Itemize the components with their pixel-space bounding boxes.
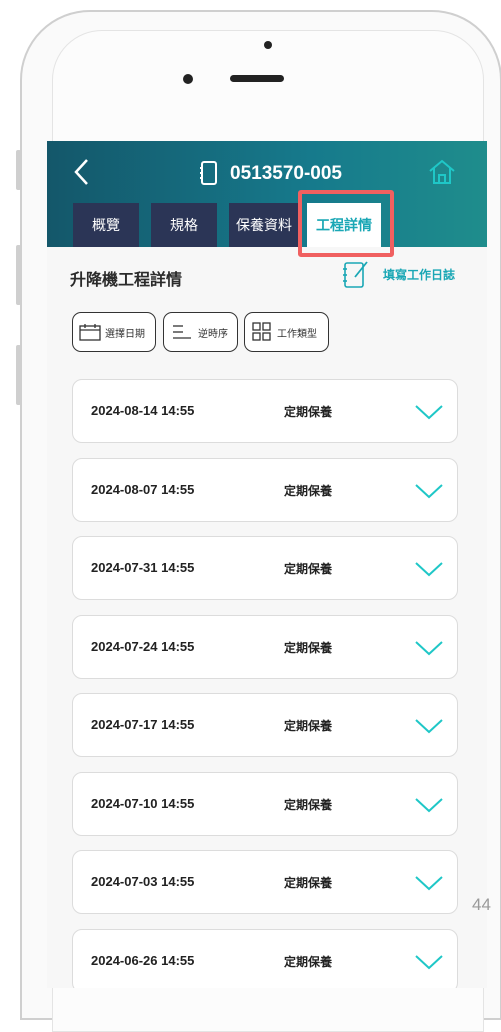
tab-label: 工程詳情: [316, 218, 372, 234]
edit-note-icon: [343, 261, 368, 288]
tab-label: 概覽: [92, 218, 120, 234]
record-card[interactable]: 2024-08-14 14:55 定期保養: [72, 379, 458, 443]
chevron-down-icon[interactable]: [413, 559, 445, 579]
reverse-order-button[interactable]: 逆時序: [163, 312, 238, 352]
page-number: 44: [472, 895, 491, 914]
record-date: 2024-07-17 14:55: [91, 717, 195, 732]
tab-specifications[interactable]: 規格: [151, 203, 217, 247]
tab-engineering-details[interactable]: 工程詳情: [307, 203, 381, 247]
phone-side-button: [16, 245, 21, 305]
work-type-button[interactable]: 工作類型: [244, 312, 329, 352]
chevron-down-icon[interactable]: [413, 481, 445, 501]
record-type: 定期保養: [284, 798, 333, 812]
select-date-button[interactable]: 選擇日期: [72, 312, 156, 352]
filter-label: 工作類型: [277, 328, 317, 340]
record-card[interactable]: 2024-07-31 14:55 定期保養: [72, 536, 458, 600]
chevron-down-icon[interactable]: [413, 402, 445, 422]
record-date: 2024-07-31 14:55: [91, 560, 195, 575]
phone-side-button: [16, 150, 21, 190]
chevron-down-icon[interactable]: [413, 873, 445, 893]
app-screen: 0513570-005 概覽 規格 保養資料 工程詳情 升降機工程詳情 填寫工作…: [47, 141, 487, 988]
phone-speaker: [230, 75, 284, 82]
record-type: 定期保養: [284, 562, 333, 576]
record-date: 2024-06-26 14:55: [91, 953, 195, 968]
section-title: 升降機工程詳情: [70, 270, 183, 289]
header-bar: 0513570-005 概覽 規格 保養資料 工程詳情: [47, 141, 487, 247]
tab-label: 保養資料: [236, 218, 292, 234]
filter-label: 逆時序: [198, 328, 228, 340]
chevron-down-icon[interactable]: [413, 795, 445, 815]
write-log-button[interactable]: 填寫工作日誌: [343, 259, 455, 289]
grid-icon: [252, 322, 271, 341]
record-type: 定期保養: [284, 484, 333, 498]
record-date: 2024-08-07 14:55: [91, 482, 195, 497]
record-date: 2024-07-24 14:55: [91, 639, 195, 654]
record-date: 2024-07-03 14:55: [91, 874, 195, 889]
record-type: 定期保養: [284, 641, 333, 655]
phone-camera: [264, 41, 272, 49]
home-icon[interactable]: [427, 157, 457, 187]
phone-side-button: [16, 345, 21, 405]
record-card[interactable]: 2024-07-03 14:55 定期保養: [72, 850, 458, 914]
tab-overview[interactable]: 概覽: [73, 203, 139, 247]
record-type: 定期保養: [284, 955, 333, 969]
record-type: 定期保養: [284, 405, 333, 419]
record-card[interactable]: 2024-08-07 14:55 定期保養: [72, 458, 458, 522]
record-type: 定期保養: [284, 719, 333, 733]
record-card[interactable]: 2024-06-26 14:55 定期保養: [72, 929, 458, 988]
tab-maintenance[interactable]: 保養資料: [229, 203, 299, 247]
tab-label: 規格: [170, 218, 198, 234]
record-card[interactable]: 2024-07-10 14:55 定期保養: [72, 772, 458, 836]
record-card[interactable]: 2024-07-24 14:55 定期保養: [72, 615, 458, 679]
record-date: 2024-07-10 14:55: [91, 796, 195, 811]
back-arrow-icon[interactable]: [71, 157, 93, 187]
chevron-down-icon[interactable]: [413, 952, 445, 972]
device-id-title: 0513570-005: [230, 163, 342, 184]
phone-front-camera: [183, 74, 193, 84]
record-card[interactable]: 2024-07-17 14:55 定期保養: [72, 693, 458, 757]
record-date: 2024-08-14 14:55: [91, 403, 195, 418]
device-icon: [200, 161, 217, 185]
record-type: 定期保養: [284, 876, 333, 890]
calendar-icon: [79, 324, 101, 341]
sort-lines-icon: [173, 325, 191, 339]
write-log-label: 填寫工作日誌: [383, 267, 456, 282]
filter-label: 選擇日期: [105, 328, 145, 340]
chevron-down-icon[interactable]: [413, 638, 445, 658]
chevron-down-icon[interactable]: [413, 716, 445, 736]
